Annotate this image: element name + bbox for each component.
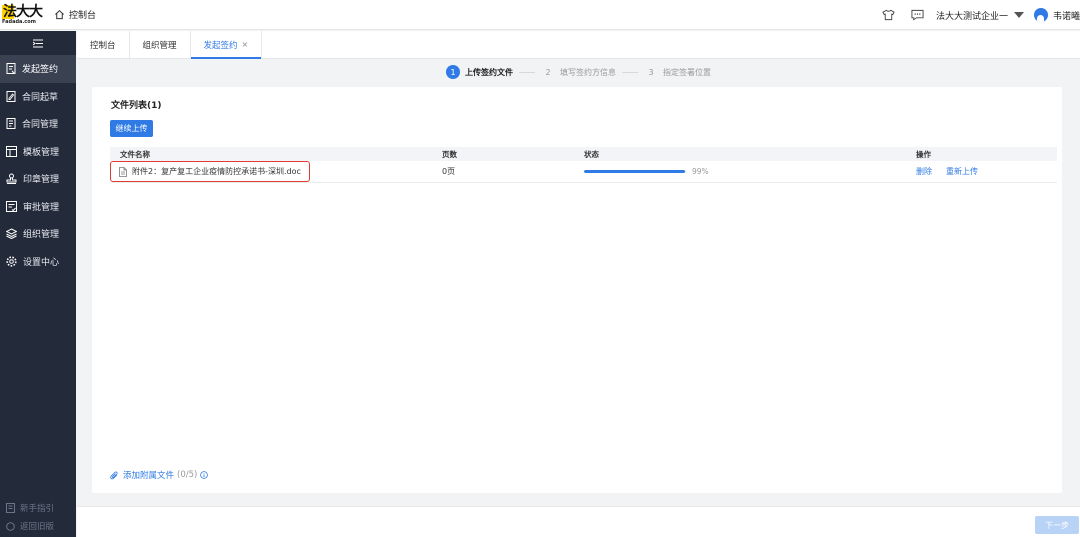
avatar[interactable] [1033,8,1048,22]
contract-icon [6,118,16,130]
sidebar-item-label: 合同管理 [22,120,59,131]
sidebar: 发起签约 合同起草 合同管理 模板管理 印章管理 审批管理 组织管理 设置中心 … [0,31,76,537]
draft-icon [6,90,16,102]
sidebar-item-label: 发起签约 [22,65,59,76]
layers-icon [6,228,17,240]
sidebar-item-approval[interactable]: 审批管理 [0,193,76,221]
step-upload: 1 上传签约文件 [446,65,513,79]
step-number: 2 [545,67,551,77]
top-header: 法大大 Fadada.com 控制台 法大大测试企业一 韦诺曦 [0,0,1080,30]
sidebar-guide-link[interactable]: 新手指引 [0,499,76,517]
sidebar-item-seals[interactable]: 印章管理 [0,165,76,193]
sidebar-bottom-label: 返回旧版 [20,522,55,532]
column-header-status: 状态 [584,149,599,159]
sidebar-toggle[interactable] [0,31,76,55]
column-header-pages: 页数 [442,149,457,159]
step-divider [519,71,535,73]
upload-progress-bar [584,170,686,173]
upload-progress-fill [584,170,685,173]
column-header-actions: 操作 [916,149,931,159]
table-row: 附件2：复产复工企业疫情防控承诺书-深圳.doc 0页 99% 删除 重新上传 [110,161,1057,183]
home-icon [55,9,64,20]
seal-icon [6,173,17,185]
logo-text: 法大大 [2,4,46,19]
sidebar-return-old-link[interactable]: 返回旧版 [0,517,76,535]
tshirt-icon[interactable] [882,9,895,21]
continue-upload-button[interactable]: 继续上传 [110,120,153,137]
page-count: 0页 [442,167,456,176]
tab-label: 发起签约 [203,40,238,51]
message-icon[interactable] [911,9,924,21]
template-icon [6,145,17,157]
header-right: 法大大测试企业一 韦诺曦 [874,0,1080,30]
delete-link[interactable]: 删除 [916,166,932,177]
reupload-link[interactable]: 重新上传 [946,166,978,177]
attachment-count: (0/5) [177,470,198,480]
add-attachment-link[interactable]: 添加附属文件 (0/5) [110,469,209,481]
home-label: 控制台 [69,11,97,21]
tab-send-contract[interactable]: 发起签约 × [190,31,263,59]
sidebar-item-label: 模板管理 [23,147,60,158]
file-name-cell: 附件2：复产复工企业疫情防控承诺书-深圳.doc [110,161,442,182]
close-icon[interactable]: × [242,40,249,49]
sidebar-item-label: 设置中心 [23,257,60,268]
gear-icon [6,256,17,267]
paperclip-icon [110,470,118,479]
sidebar-item-organization[interactable]: 组织管理 [0,220,76,248]
send-icon [6,63,16,75]
info-icon[interactable] [200,471,209,479]
sidebar-item-templates[interactable]: 模板管理 [0,138,76,166]
home-link[interactable]: 控制台 [54,8,96,21]
logo[interactable]: 法大大 Fadada.com [2,3,46,27]
row-actions: 删除 重新上传 [916,166,1057,177]
file-name: 附件2：复产复工企业疫情防控承诺书-深圳.doc [132,167,301,176]
sidebar-item-label: 合同起草 [22,92,59,103]
document-icon [119,166,127,177]
sidebar-item-label: 印章管理 [23,175,60,186]
tab-organization[interactable]: 组织管理 [130,31,191,58]
sidebar-item-send-contract[interactable]: 发起签约 [0,55,76,83]
sidebar-bottom: 新手指引 返回旧版 [0,499,76,535]
table-header: 文件名称 页数 状态 操作 [110,147,1057,161]
footer-bar: 下一步 [77,506,1080,537]
add-attachment-label: 添加附属文件 [123,471,175,481]
step-signers: 2 填写签约方信息 [541,65,616,79]
sidebar-bottom-label: 新手指引 [20,504,55,514]
sidebar-item-settings[interactable]: 设置中心 [0,248,76,276]
tab-dashboard[interactable]: 控制台 [77,31,130,58]
tab-label: 组织管理 [142,40,177,51]
step-label: 填写签约方信息 [560,67,616,77]
guide-icon [6,503,15,513]
return-icon [6,521,15,531]
menu-fold-icon [33,39,43,47]
file-list-title: 文件列表(1) [111,101,162,111]
file-list-card: 文件列表(1) 继续上传 文件名称 页数 状态 操作 附件2：复产复工企业疫情防… [92,87,1062,493]
step-label: 上传签约文件 [465,67,513,77]
step-indicator: 1 上传签约文件 2 填写签约方信息 3 指定签署位置 [77,60,1080,84]
company-name[interactable]: 法大大测试企业一 [936,9,1008,22]
file-table: 文件名称 页数 状态 操作 附件2：复产复工企业疫情防控承诺书-深圳.doc 0… [110,147,1057,183]
company-dropdown-icon[interactable] [1013,12,1024,18]
page-tabs: 控制台 组织管理 发起签约 × [77,31,1080,59]
sidebar-item-draft[interactable]: 合同起草 [0,83,76,111]
sidebar-item-contracts[interactable]: 合同管理 [0,110,76,138]
step-number: 1 [446,65,460,79]
step-divider [622,71,638,73]
step-number: 3 [648,67,654,77]
next-step-button[interactable]: 下一步 [1035,516,1079,534]
sidebar-item-label: 组织管理 [23,230,60,241]
approval-icon [6,200,17,212]
highlighted-file-name[interactable]: 附件2：复产复工企业疫情防控承诺书-深圳.doc [110,161,310,182]
logo-domain: Fadada.com [2,18,36,25]
upload-progress-label: 99% [692,167,709,176]
tab-label: 控制台 [90,40,116,51]
step-positions: 3 指定签署位置 [644,65,711,79]
step-label: 指定签署位置 [663,67,711,77]
upload-status: 99% [584,167,916,176]
user-name[interactable]: 韦诺曦 [1053,9,1080,22]
sidebar-item-label: 审批管理 [23,202,60,213]
column-header-name: 文件名称 [120,149,150,159]
